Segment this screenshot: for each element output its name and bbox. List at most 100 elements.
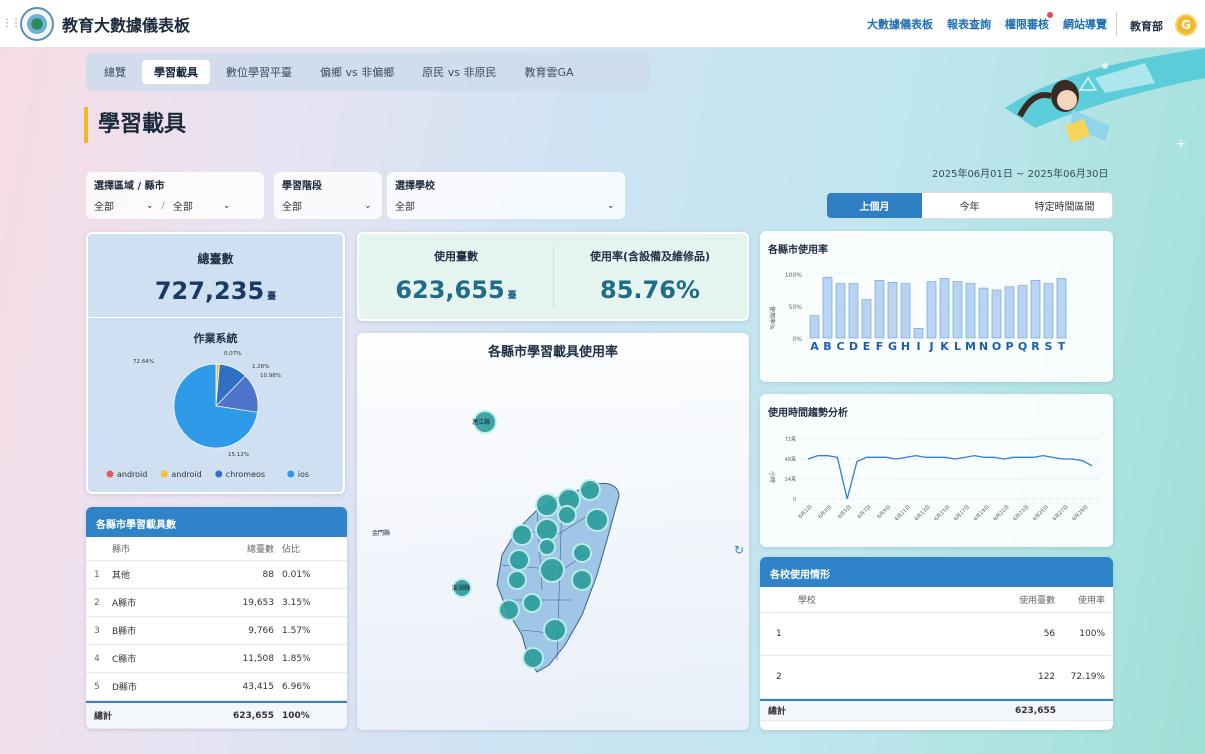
tab-indigenous[interactable]: 原民 vs 非原民	[410, 60, 508, 84]
x-tick-label: G	[888, 340, 897, 353]
x-tick-label: S	[1045, 340, 1053, 353]
x-tick-label: F	[876, 340, 884, 353]
total-unit: 臺	[267, 292, 277, 302]
x-tick-label: 6月1日	[798, 504, 814, 520]
legend-marker	[106, 470, 114, 478]
menu-grip-icon[interactable]: ⋮⋮	[2, 18, 21, 29]
chevron-down-icon[interactable]: ⌄	[146, 201, 154, 211]
table-row[interactable]: 3 B縣市 9,766 1.57%	[86, 617, 347, 645]
period-this-year[interactable]: 今年	[922, 193, 1017, 218]
row-index: 3	[94, 625, 100, 636]
x-tick-label: H	[901, 340, 910, 353]
nav-permissions[interactable]: 權限審核	[1005, 12, 1053, 32]
bar[interactable]	[926, 281, 937, 339]
ministry-logo[interactable]	[20, 6, 54, 41]
bar[interactable]	[835, 283, 846, 339]
line-chart-title: 使用時間趨勢分析	[768, 408, 848, 419]
period-custom[interactable]: 特定時間區間	[1017, 193, 1112, 218]
x-tick-label: R	[1031, 340, 1040, 353]
usage-count-unit: 臺	[507, 291, 517, 301]
y-tick-label: 50%	[789, 304, 803, 311]
col-share[interactable]: 佔比	[274, 542, 324, 555]
bar[interactable]	[848, 283, 859, 339]
row-school: 2	[776, 672, 782, 682]
chevron-down-icon[interactable]: ⌄	[364, 201, 372, 211]
x-tick-label: 6月23日	[1012, 504, 1030, 522]
tab-digital-platform[interactable]: 數位學習平臺	[214, 60, 304, 84]
school-select-value[interactable]: 全部	[395, 198, 607, 213]
x-tick-label: 6月27日	[1052, 504, 1070, 522]
user-name[interactable]: 教育部	[1130, 18, 1163, 34]
nav-permissions-label: 權限審核	[1005, 18, 1049, 31]
usage-rate-col: 使用率(含設備及維修品) 85.76%	[553, 234, 747, 319]
x-tick-label: O	[992, 340, 1001, 353]
bar[interactable]	[965, 283, 976, 339]
legend-label: ios	[298, 470, 309, 479]
map-label-left: 金門縣	[372, 529, 390, 537]
row-count: 43,415	[242, 681, 275, 692]
nav-dashboard[interactable]: 大數據儀表板	[867, 16, 933, 32]
bar[interactable]	[939, 278, 950, 339]
bar[interactable]	[1017, 285, 1028, 339]
tab-overview[interactable]: 總覽	[92, 60, 138, 84]
bar[interactable]	[1004, 286, 1015, 339]
col-total[interactable]: 總臺數	[224, 542, 274, 555]
pie-slice-label: 15.12%	[228, 452, 249, 458]
tab-education-cloud-ga[interactable]: 教育雲GA	[512, 60, 585, 84]
table-row[interactable]: 2 A縣市 19,653 3.15%	[86, 589, 347, 617]
stage-select-value[interactable]: 全部	[282, 198, 364, 213]
bar[interactable]	[861, 299, 872, 339]
coin-icon[interactable]: G	[1175, 14, 1197, 36]
nav-sitemap[interactable]: 網站導覽	[1063, 16, 1107, 32]
row-county: 其他	[112, 571, 131, 581]
col-used-count[interactable]: 使用臺數	[997, 593, 1055, 606]
usage-rate-label: 使用率(含設備及維修品)	[589, 250, 711, 263]
bar[interactable]	[978, 287, 989, 339]
table-row[interactable]: 1 其他 88 0.01%	[86, 561, 347, 589]
bar[interactable]	[1056, 278, 1067, 339]
bar[interactable]	[822, 276, 833, 339]
col-school[interactable]: 學校	[798, 593, 997, 606]
bar[interactable]	[874, 280, 885, 339]
usage-trend-chart-card: 使用時間趨勢分析 72萬 48萬 24萬 0 小時 6月1日 6月3日 6月5日 6月7日 6月9…	[760, 394, 1113, 547]
x-tick-label: A	[810, 340, 819, 353]
region-select-value[interactable]: 全部	[94, 198, 146, 213]
total-row-count: 623,655	[233, 710, 274, 721]
bar[interactable]	[1043, 283, 1054, 339]
bar[interactable]	[952, 281, 963, 339]
x-tick-label: 6月9日	[876, 504, 892, 520]
total-label: 總臺數	[197, 252, 234, 266]
bar[interactable]	[1030, 280, 1041, 339]
tab-learning-devices[interactable]: 學習載具	[142, 60, 210, 84]
table-row[interactable]: 4 C縣市 11,508 1.85%	[86, 645, 347, 673]
county-select-value[interactable]: 全部	[173, 198, 223, 213]
col-county[interactable]: 縣市	[112, 542, 224, 555]
legend-marker	[287, 470, 295, 478]
col-usage-rate[interactable]: 使用率	[1055, 593, 1105, 606]
refresh-icon[interactable]: ↻	[734, 543, 744, 557]
table-row[interactable]: 2 122 72.19%	[760, 656, 1113, 699]
taiwan-map[interactable]: 連江縣 金門縣 澎湖縣	[357, 360, 749, 720]
bar[interactable]	[913, 328, 924, 339]
tab-rural[interactable]: 偏鄉 vs 非偏鄉	[308, 60, 406, 84]
period-last-month[interactable]: 上個月	[827, 193, 922, 218]
notification-dot	[1047, 12, 1053, 18]
x-tick-label: I	[916, 340, 920, 353]
bar[interactable]	[887, 282, 898, 339]
legend-marker	[215, 470, 223, 478]
bar[interactable]	[809, 315, 820, 339]
bar[interactable]	[900, 283, 911, 339]
table-row[interactable]: 5 D縣市 43,415 6.96%	[86, 673, 347, 701]
x-tick-label: B	[823, 340, 831, 353]
county-device-table: 各縣市學習載具數 縣市 總臺數 佔比 1 其他 88 0.01% 2 A縣市 19…	[86, 507, 347, 729]
date-range: 2025年06月01日 ~ 2025年06月30日	[932, 169, 1109, 180]
bar[interactable]	[991, 289, 1002, 339]
chevron-down-icon[interactable]: ⌄	[223, 201, 231, 211]
os-pie-chart: 0.07% 1.26% 10.98% 72.64% 15.12% android andro…	[106, 351, 309, 479]
series-line[interactable]	[807, 455, 1093, 500]
table-row[interactable]: 1 56 100%	[760, 613, 1113, 656]
chevron-down-icon[interactable]: ⌄	[607, 201, 615, 211]
total-row-pct: 100%	[282, 710, 310, 721]
row-used-count: 122	[1037, 672, 1056, 682]
nav-reports[interactable]: 報表查詢	[947, 16, 991, 32]
